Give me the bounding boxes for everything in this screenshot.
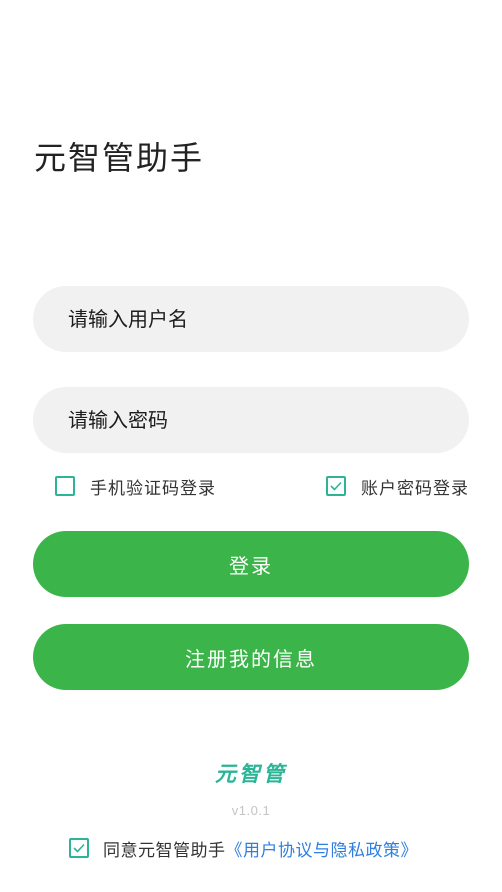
password-login-label: 账户密码登录 [361,478,469,499]
agreement-text: 同意元智管助手 [103,840,226,861]
checkmark-icon [330,481,342,491]
sms-login-checkbox[interactable] [55,476,75,496]
password-login-option[interactable]: 账户密码登录 [326,474,469,499]
checkmark-icon [73,843,85,853]
app-title: 元智管助手 [34,139,205,177]
agreement-checkbox[interactable] [69,838,89,858]
sms-login-option[interactable]: 手机验证码登录 [55,474,216,499]
agreement-row: 同意元智管助手 《用户协议与隐私政策》 [69,836,419,861]
sms-login-label: 手机验证码登录 [90,478,216,499]
version-label: v1.0.1 [231,803,271,818]
username-input[interactable] [33,286,469,352]
register-button[interactable]: 注册我的信息 [33,624,469,690]
password-login-checkbox[interactable] [326,476,346,496]
brand-logo-text: 元智管 [215,762,287,786]
password-input[interactable] [33,387,469,453]
agreement-link[interactable]: 《用户协议与隐私政策》 [226,836,419,861]
login-button[interactable]: 登录 [33,531,469,597]
